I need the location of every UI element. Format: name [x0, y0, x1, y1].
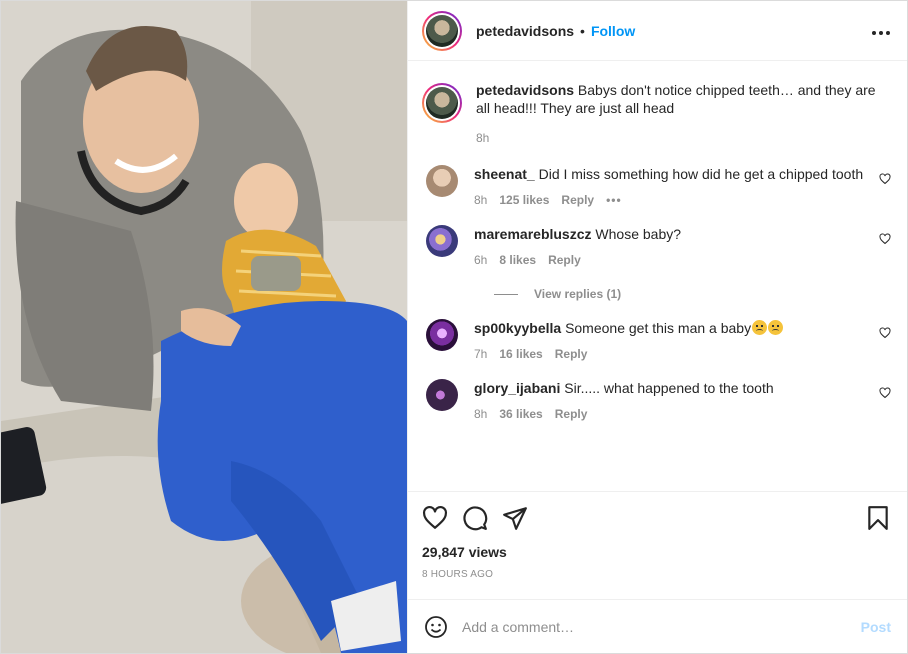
caption-time: 8h: [476, 131, 490, 145]
reply-button[interactable]: Reply: [548, 253, 581, 267]
comment-username[interactable]: maremarebluszcz: [474, 226, 592, 242]
post-window: petedavidsons • Follow petedavidsons Bab…: [0, 0, 908, 654]
comment-time: 8h: [474, 193, 488, 207]
commenter-avatar[interactable]: [426, 225, 458, 257]
frowning-face-emoji-icon: [768, 320, 784, 335]
view-replies-button[interactable]: View replies (1): [494, 287, 891, 301]
comment-likes[interactable]: 125 likes: [499, 193, 549, 207]
comment-text: Whose baby?: [595, 226, 682, 242]
like-comment-heart-icon[interactable]: [879, 327, 891, 339]
header-separator: •: [580, 22, 585, 39]
commenter-avatar[interactable]: [426, 379, 458, 411]
follow-button[interactable]: Follow: [591, 23, 635, 39]
post-header: petedavidsons • Follow: [408, 1, 907, 61]
comments-list[interactable]: petedavidsons Babys don't notice chipped…: [408, 61, 907, 491]
comment-username[interactable]: sp00kyybella: [474, 320, 561, 336]
comment-username[interactable]: sheenat_: [474, 166, 535, 182]
bookmark-icon[interactable]: [865, 505, 891, 531]
caption-username[interactable]: petedavidsons: [476, 82, 574, 98]
comment-text: Someone get this man a baby: [565, 320, 752, 336]
reply-button[interactable]: Reply: [555, 347, 588, 361]
comment-composer: Post: [408, 599, 907, 653]
comment-time: 6h: [474, 253, 488, 267]
post-actions: 29,847 views 8 HOURS AGO: [408, 491, 907, 599]
emoji-icon[interactable]: [424, 615, 448, 639]
share-icon[interactable]: [502, 505, 528, 531]
comment-username[interactable]: glory_ijabani: [474, 380, 560, 396]
comment-item: maremarebluszcz Whose baby? 6h 8 likes R…: [422, 225, 891, 267]
like-comment-heart-icon[interactable]: [879, 173, 891, 185]
post-timestamp: 8 HOURS AGO: [422, 569, 494, 580]
comment-likes[interactable]: 16 likes: [499, 347, 542, 361]
comment-input[interactable]: [462, 618, 861, 635]
comment-icon[interactable]: [462, 505, 488, 531]
video-frame: [1, 1, 407, 653]
reply-button[interactable]: Reply: [555, 407, 588, 421]
post-details-panel: petedavidsons • Follow petedavidsons Bab…: [407, 1, 907, 653]
author-username[interactable]: petedavidsons: [476, 23, 574, 39]
comment-time: 7h: [474, 347, 488, 361]
post-comment-button[interactable]: Post: [861, 619, 891, 635]
comment-item: sheenat_ Did I miss something how did he…: [422, 165, 891, 207]
heart-icon[interactable]: [422, 505, 448, 531]
post-caption: petedavidsons Babys don't notice chipped…: [422, 61, 891, 145]
comment-item: sp00kyybella Someone get this man a baby…: [422, 319, 891, 361]
comment-likes[interactable]: 8 likes: [499, 253, 536, 267]
weary-face-emoji-icon: [752, 320, 768, 335]
author-avatar[interactable]: [422, 10, 462, 51]
comment-text: Sir..... what happened to the tooth: [564, 380, 774, 396]
replies-divider: [494, 293, 518, 295]
post-video[interactable]: [1, 1, 407, 653]
view-replies-label: View replies (1): [534, 287, 622, 301]
comment-text: Did I miss something how did he get a ch…: [538, 166, 864, 182]
reply-button[interactable]: Reply: [561, 193, 594, 207]
view-count[interactable]: 29,847 views: [422, 544, 891, 560]
comment-time: 8h: [474, 407, 488, 421]
commenter-avatar[interactable]: [426, 319, 458, 351]
like-comment-heart-icon[interactable]: [879, 387, 891, 399]
action-icons: [422, 504, 891, 532]
comment-options-icon[interactable]: •••: [606, 193, 622, 207]
comment-item: glory_ijabani Sir..... what happened to …: [422, 379, 891, 421]
comment-likes[interactable]: 36 likes: [499, 407, 542, 421]
commenter-avatar[interactable]: [426, 165, 458, 197]
caption-avatar[interactable]: [422, 83, 462, 123]
like-comment-heart-icon[interactable]: [879, 233, 891, 245]
more-icon[interactable]: [871, 25, 891, 36]
